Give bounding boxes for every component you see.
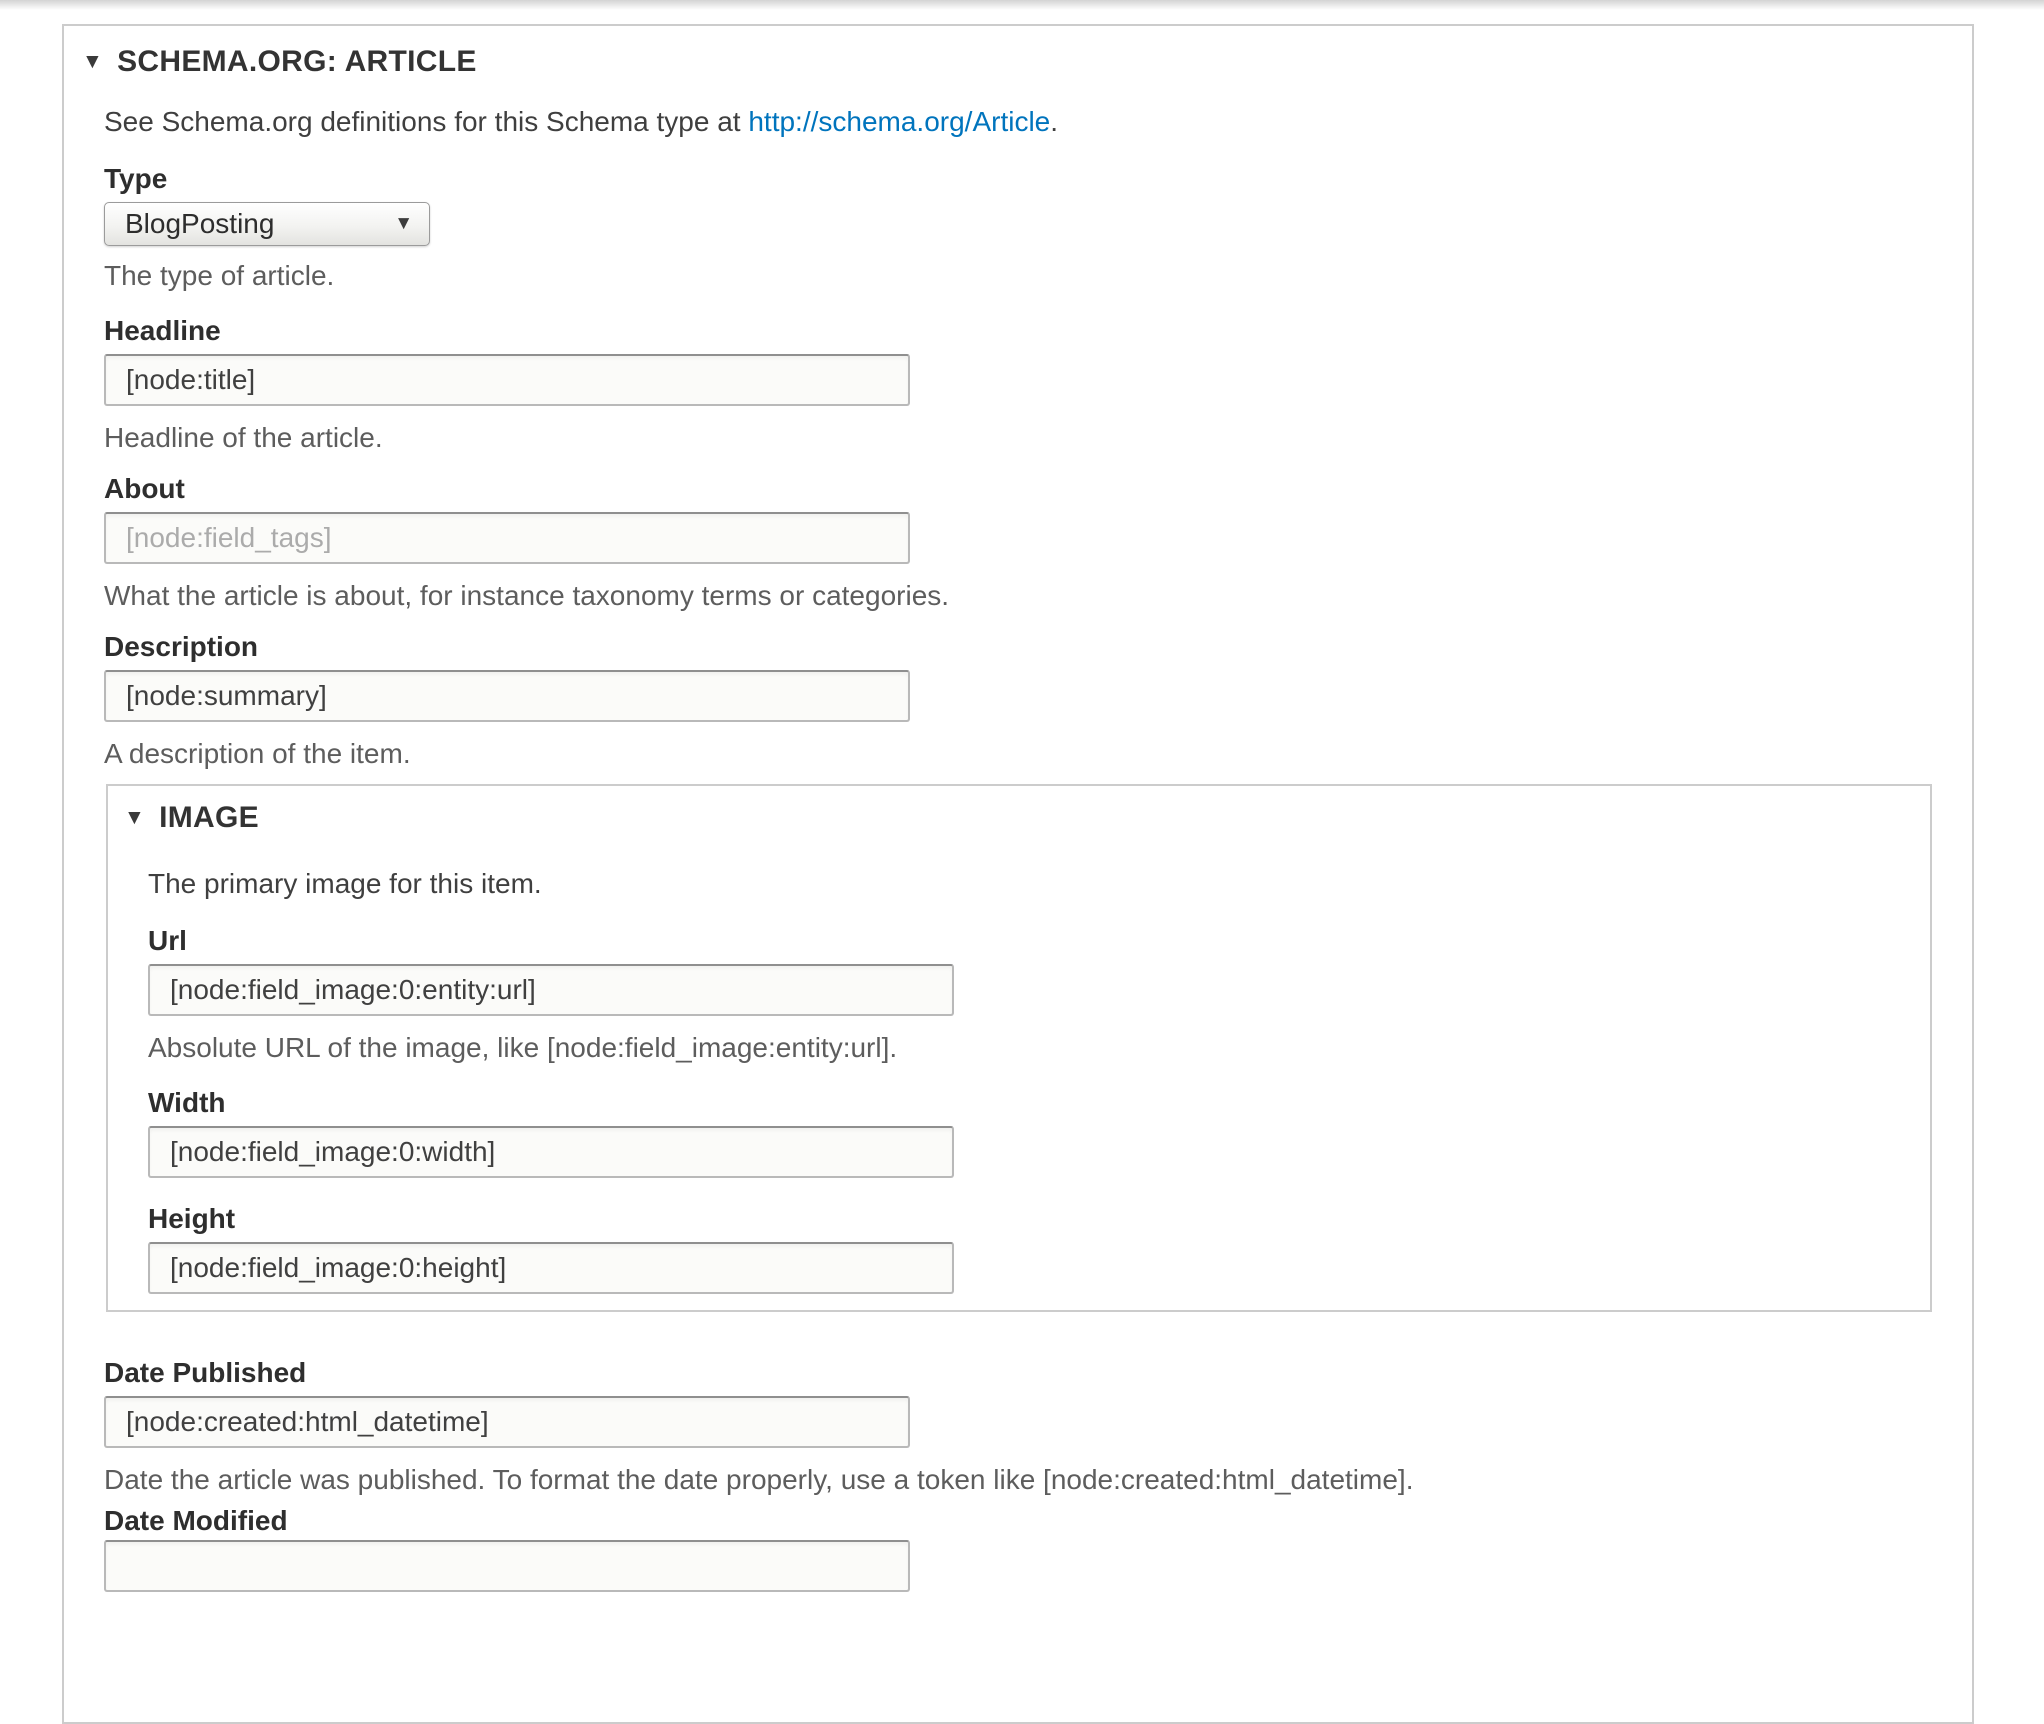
image-url-label: Url	[148, 924, 1930, 958]
headline-help: Headline of the article.	[104, 418, 1932, 458]
type-label: Type	[104, 162, 1932, 196]
fieldset-title: IMAGE	[159, 800, 259, 836]
collapse-caret-icon: ▼	[124, 800, 145, 836]
image-help: The primary image for this item.	[148, 864, 1930, 904]
image-height-field: Height	[148, 1202, 1930, 1294]
date-modified-input[interactable]	[104, 1540, 910, 1592]
about-label: About	[104, 472, 1932, 506]
description-help: A description of the item.	[104, 734, 1932, 774]
image-url-field: Url Absolute URL of the image, like [nod…	[148, 924, 1930, 1068]
fieldset-title: SCHEMA.ORG: ARTICLE	[117, 44, 477, 80]
about-input[interactable]	[104, 512, 910, 564]
date-published-input[interactable]	[104, 1396, 910, 1448]
image-height-label: Height	[148, 1202, 1930, 1236]
headline-field: Headline Headline of the article.	[104, 314, 1932, 458]
date-modified-field: Date Modified	[104, 1504, 1932, 1592]
image-width-input[interactable]	[148, 1126, 954, 1178]
date-published-field: Date Published Date the article was publ…	[104, 1356, 1932, 1500]
select-arrow-icon: ▼	[394, 213, 413, 235]
intro-text: See Schema.org definitions for this Sche…	[104, 102, 1932, 142]
headline-label: Headline	[104, 314, 1932, 348]
image-url-help: Absolute URL of the image, like [node:fi…	[148, 1028, 1930, 1068]
image-width-field: Width	[148, 1086, 1930, 1178]
date-modified-label: Date Modified	[104, 1504, 1932, 1538]
about-help: What the article is about, for instance …	[104, 576, 1932, 616]
date-published-label: Date Published	[104, 1356, 1932, 1390]
description-input[interactable]	[104, 670, 910, 722]
intro-before: See Schema.org definitions for this Sche…	[104, 106, 748, 137]
type-field: Type BlogPosting ▼ The type of article.	[104, 162, 1932, 296]
description-field: Description A description of the item.	[104, 630, 1932, 774]
description-label: Description	[104, 630, 1932, 664]
intro-after: .	[1050, 106, 1058, 137]
type-select[interactable]: BlogPosting ▼	[104, 202, 430, 246]
schema-article-fieldset-header[interactable]: ▼ SCHEMA.ORG: ARTICLE	[82, 44, 1932, 80]
image-fieldset: ▼ IMAGE The primary image for this item.…	[106, 784, 1932, 1312]
headline-input[interactable]	[104, 354, 910, 406]
schema-article-link[interactable]: http://schema.org/Article	[748, 106, 1050, 137]
type-select-value: BlogPosting	[125, 208, 274, 240]
about-field: About What the article is about, for ins…	[104, 472, 1932, 616]
type-help: The type of article.	[104, 256, 1932, 296]
image-height-input[interactable]	[148, 1242, 954, 1294]
schema-article-fieldset: ▼ SCHEMA.ORG: ARTICLE See Schema.org def…	[62, 24, 1974, 1724]
toolbar-shadow	[0, 0, 2044, 10]
image-width-label: Width	[148, 1086, 1930, 1120]
image-url-input[interactable]	[148, 964, 954, 1016]
date-published-help: Date the article was published. To forma…	[104, 1460, 1932, 1500]
collapse-caret-icon: ▼	[82, 44, 103, 80]
image-fieldset-header[interactable]: ▼ IMAGE	[124, 800, 1930, 836]
